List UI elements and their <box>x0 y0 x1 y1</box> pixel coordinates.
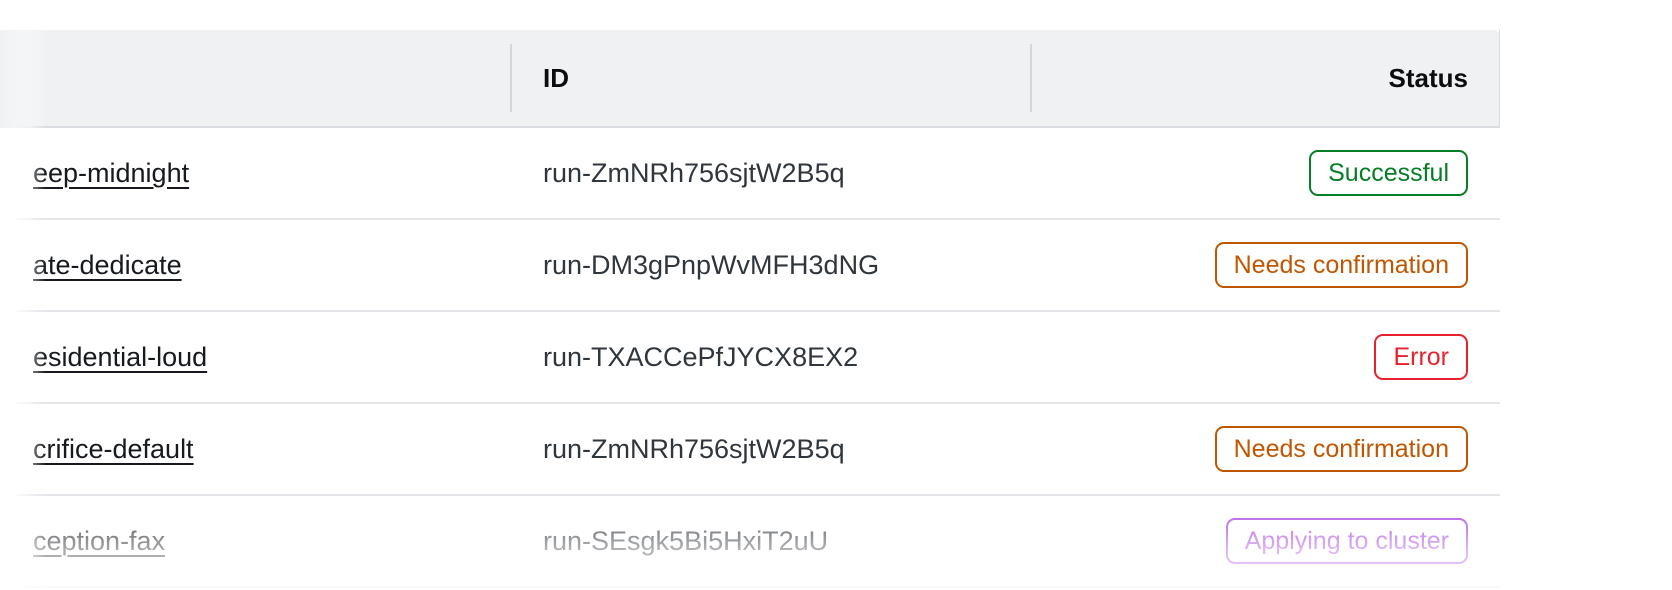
column-header-name[interactable] <box>0 30 510 128</box>
header-row: ID Status <box>0 30 1500 128</box>
column-header-status-label: Status <box>1388 62 1468 93</box>
cell-name: ception-fax <box>0 496 510 588</box>
status-badge[interactable]: Applying to cluster <box>1225 518 1468 564</box>
runs-table-body: eep-midnight run-ZmNRh756sjtW2B5q Succes… <box>0 128 1500 588</box>
run-id-value: run-TXACCePfJYCX8EX2 <box>543 341 859 372</box>
column-divider-status <box>1030 44 1032 112</box>
run-name-link[interactable]: eep-midnight <box>33 158 189 189</box>
runs-table-viewport: ID Status eep-midnight run-ZmNRh756sjtW2… <box>0 0 1672 590</box>
run-name-link[interactable]: ate-dedicate <box>33 250 182 281</box>
runs-table-header: ID Status <box>0 30 1500 128</box>
cell-id: run-ZmNRh756sjtW2B5q <box>510 404 1030 496</box>
cell-id: run-DM3gPnpWvMFH3dNG <box>510 220 1030 312</box>
run-id-value: run-DM3gPnpWvMFH3dNG <box>543 249 880 280</box>
status-badge[interactable]: Needs confirmation <box>1214 242 1468 288</box>
cell-name: crifice-default <box>0 404 510 496</box>
runs-table: ID Status eep-midnight run-ZmNRh756sjtW2… <box>0 30 1500 588</box>
table-row[interactable]: crifice-default run-ZmNRh756sjtW2B5q Nee… <box>0 404 1500 496</box>
cell-status: Error <box>1030 312 1500 404</box>
run-name-link[interactable]: crifice-default <box>33 434 194 465</box>
column-header-id[interactable]: ID <box>510 30 1030 128</box>
run-name-link[interactable]: esidential-loud <box>33 342 207 373</box>
status-badge[interactable]: Successful <box>1309 150 1468 196</box>
cell-id: run-ZmNRh756sjtW2B5q <box>510 128 1030 220</box>
runs-table-scroll-region[interactable]: ID Status eep-midnight run-ZmNRh756sjtW2… <box>0 30 1500 590</box>
cell-id: run-SEsgk5Bi5HxiT2uU <box>510 496 1030 588</box>
cell-status: Needs confirmation <box>1030 220 1500 312</box>
run-name-link[interactable]: ception-fax <box>33 526 165 557</box>
cell-name: esidential-loud <box>0 312 510 404</box>
table-row[interactable]: ception-fax run-SEsgk5Bi5HxiT2uU Applyin… <box>0 496 1500 588</box>
top-spacer <box>0 0 1672 30</box>
cell-status: Successful <box>1030 128 1500 220</box>
column-divider-id <box>510 44 512 112</box>
run-id-value: run-SEsgk5Bi5HxiT2uU <box>543 525 829 556</box>
cell-status: Needs confirmation <box>1030 404 1500 496</box>
cell-name: ate-dedicate <box>0 220 510 312</box>
table-row[interactable]: esidential-loud run-TXACCePfJYCX8EX2 Err… <box>0 312 1500 404</box>
right-spacer <box>1500 0 1672 590</box>
column-header-status[interactable]: Status <box>1030 30 1500 128</box>
status-badge[interactable]: Error <box>1374 334 1468 380</box>
table-row[interactable]: ate-dedicate run-DM3gPnpWvMFH3dNG Needs … <box>0 220 1500 312</box>
status-badge[interactable]: Needs confirmation <box>1214 426 1468 472</box>
table-row[interactable]: eep-midnight run-ZmNRh756sjtW2B5q Succes… <box>0 128 1500 220</box>
cell-id: run-TXACCePfJYCX8EX2 <box>510 312 1030 404</box>
cell-status: Applying to cluster <box>1030 496 1500 588</box>
run-id-value: run-ZmNRh756sjtW2B5q <box>543 433 845 464</box>
column-header-id-label: ID <box>543 62 569 93</box>
cell-name: eep-midnight <box>0 128 510 220</box>
run-id-value: run-ZmNRh756sjtW2B5q <box>543 157 845 188</box>
